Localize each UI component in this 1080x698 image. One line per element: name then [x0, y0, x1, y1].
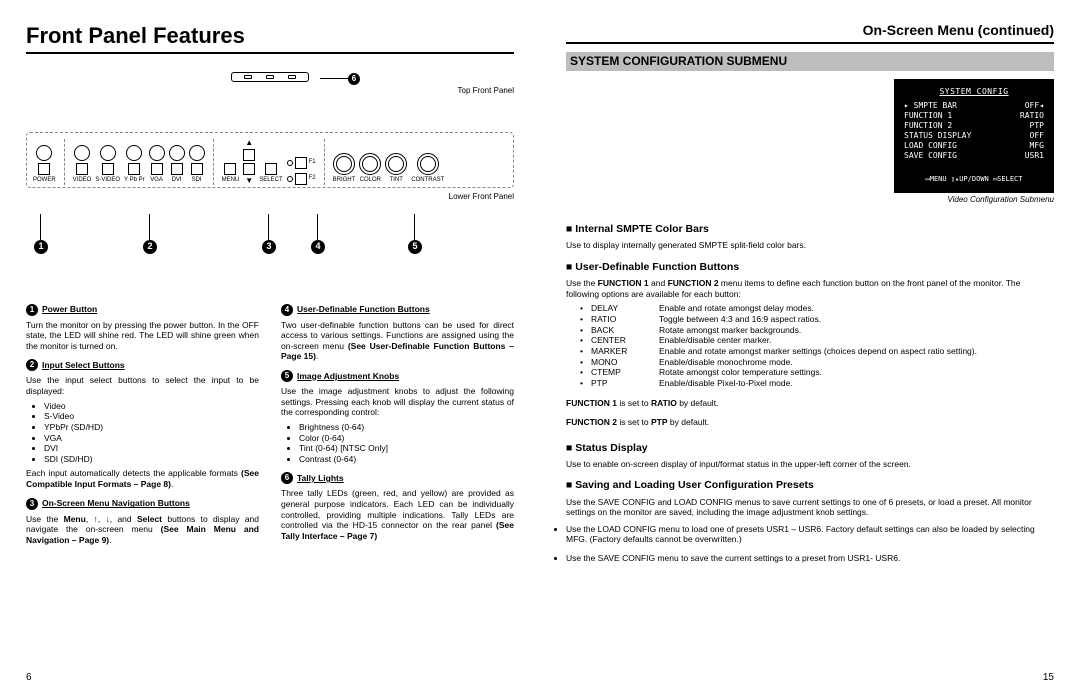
tally-led [266, 75, 274, 79]
section-bar: SYSTEM CONFIGURATION SUBMENU [566, 52, 1054, 71]
lower-front-panel: POWER VIDEO S-VIDEO Y Pb Pr VGA DVI SDI … [26, 132, 514, 188]
page-number-left: 6 [26, 672, 514, 685]
page-number-right: 15 [566, 672, 1054, 685]
panel-diagram: 6 Top Front Panel POWER VIDEO S-VIDEO Y … [26, 72, 514, 240]
osd-screen: SYSTEM CONFIG ▸ SMPTE BAROFF◂ FUNCTION 1… [894, 79, 1054, 194]
top-front-panel [231, 72, 309, 82]
right-page: On-Screen Menu (continued) SYSTEM CONFIG… [540, 0, 1080, 698]
function-options: •DELAYEnable and rotate amongst delay mo… [580, 303, 1054, 388]
h-smpte: Internal SMPTE Color Bars [566, 223, 1054, 236]
osd-caption: Video Configuration Submenu [947, 195, 1054, 205]
callout-row: 1 2 3 4 5 [26, 214, 514, 240]
h-status: Status Display [566, 442, 1054, 455]
lower-panel-caption: Lower Front Panel [26, 192, 514, 202]
page-title-left: Front Panel Features [26, 22, 514, 54]
tally-led [244, 75, 252, 79]
tally-led [288, 75, 296, 79]
top-panel-caption: Top Front Panel [26, 86, 514, 96]
description-columns: 1Power Button Turn the monitor on by pre… [26, 296, 514, 546]
page-title-right: On-Screen Menu (continued) [566, 22, 1054, 44]
osd-figure: SYSTEM CONFIG ▸ SMPTE BAROFF◂ FUNCTION 1… [566, 79, 1054, 206]
h-presets: Saving and Loading User Configuration Pr… [566, 479, 1054, 492]
callout-6: 6 [348, 73, 360, 85]
left-page: Front Panel Features 6 Top Front Panel P… [0, 0, 540, 698]
h-func: User-Definable Function Buttons [566, 261, 1054, 274]
